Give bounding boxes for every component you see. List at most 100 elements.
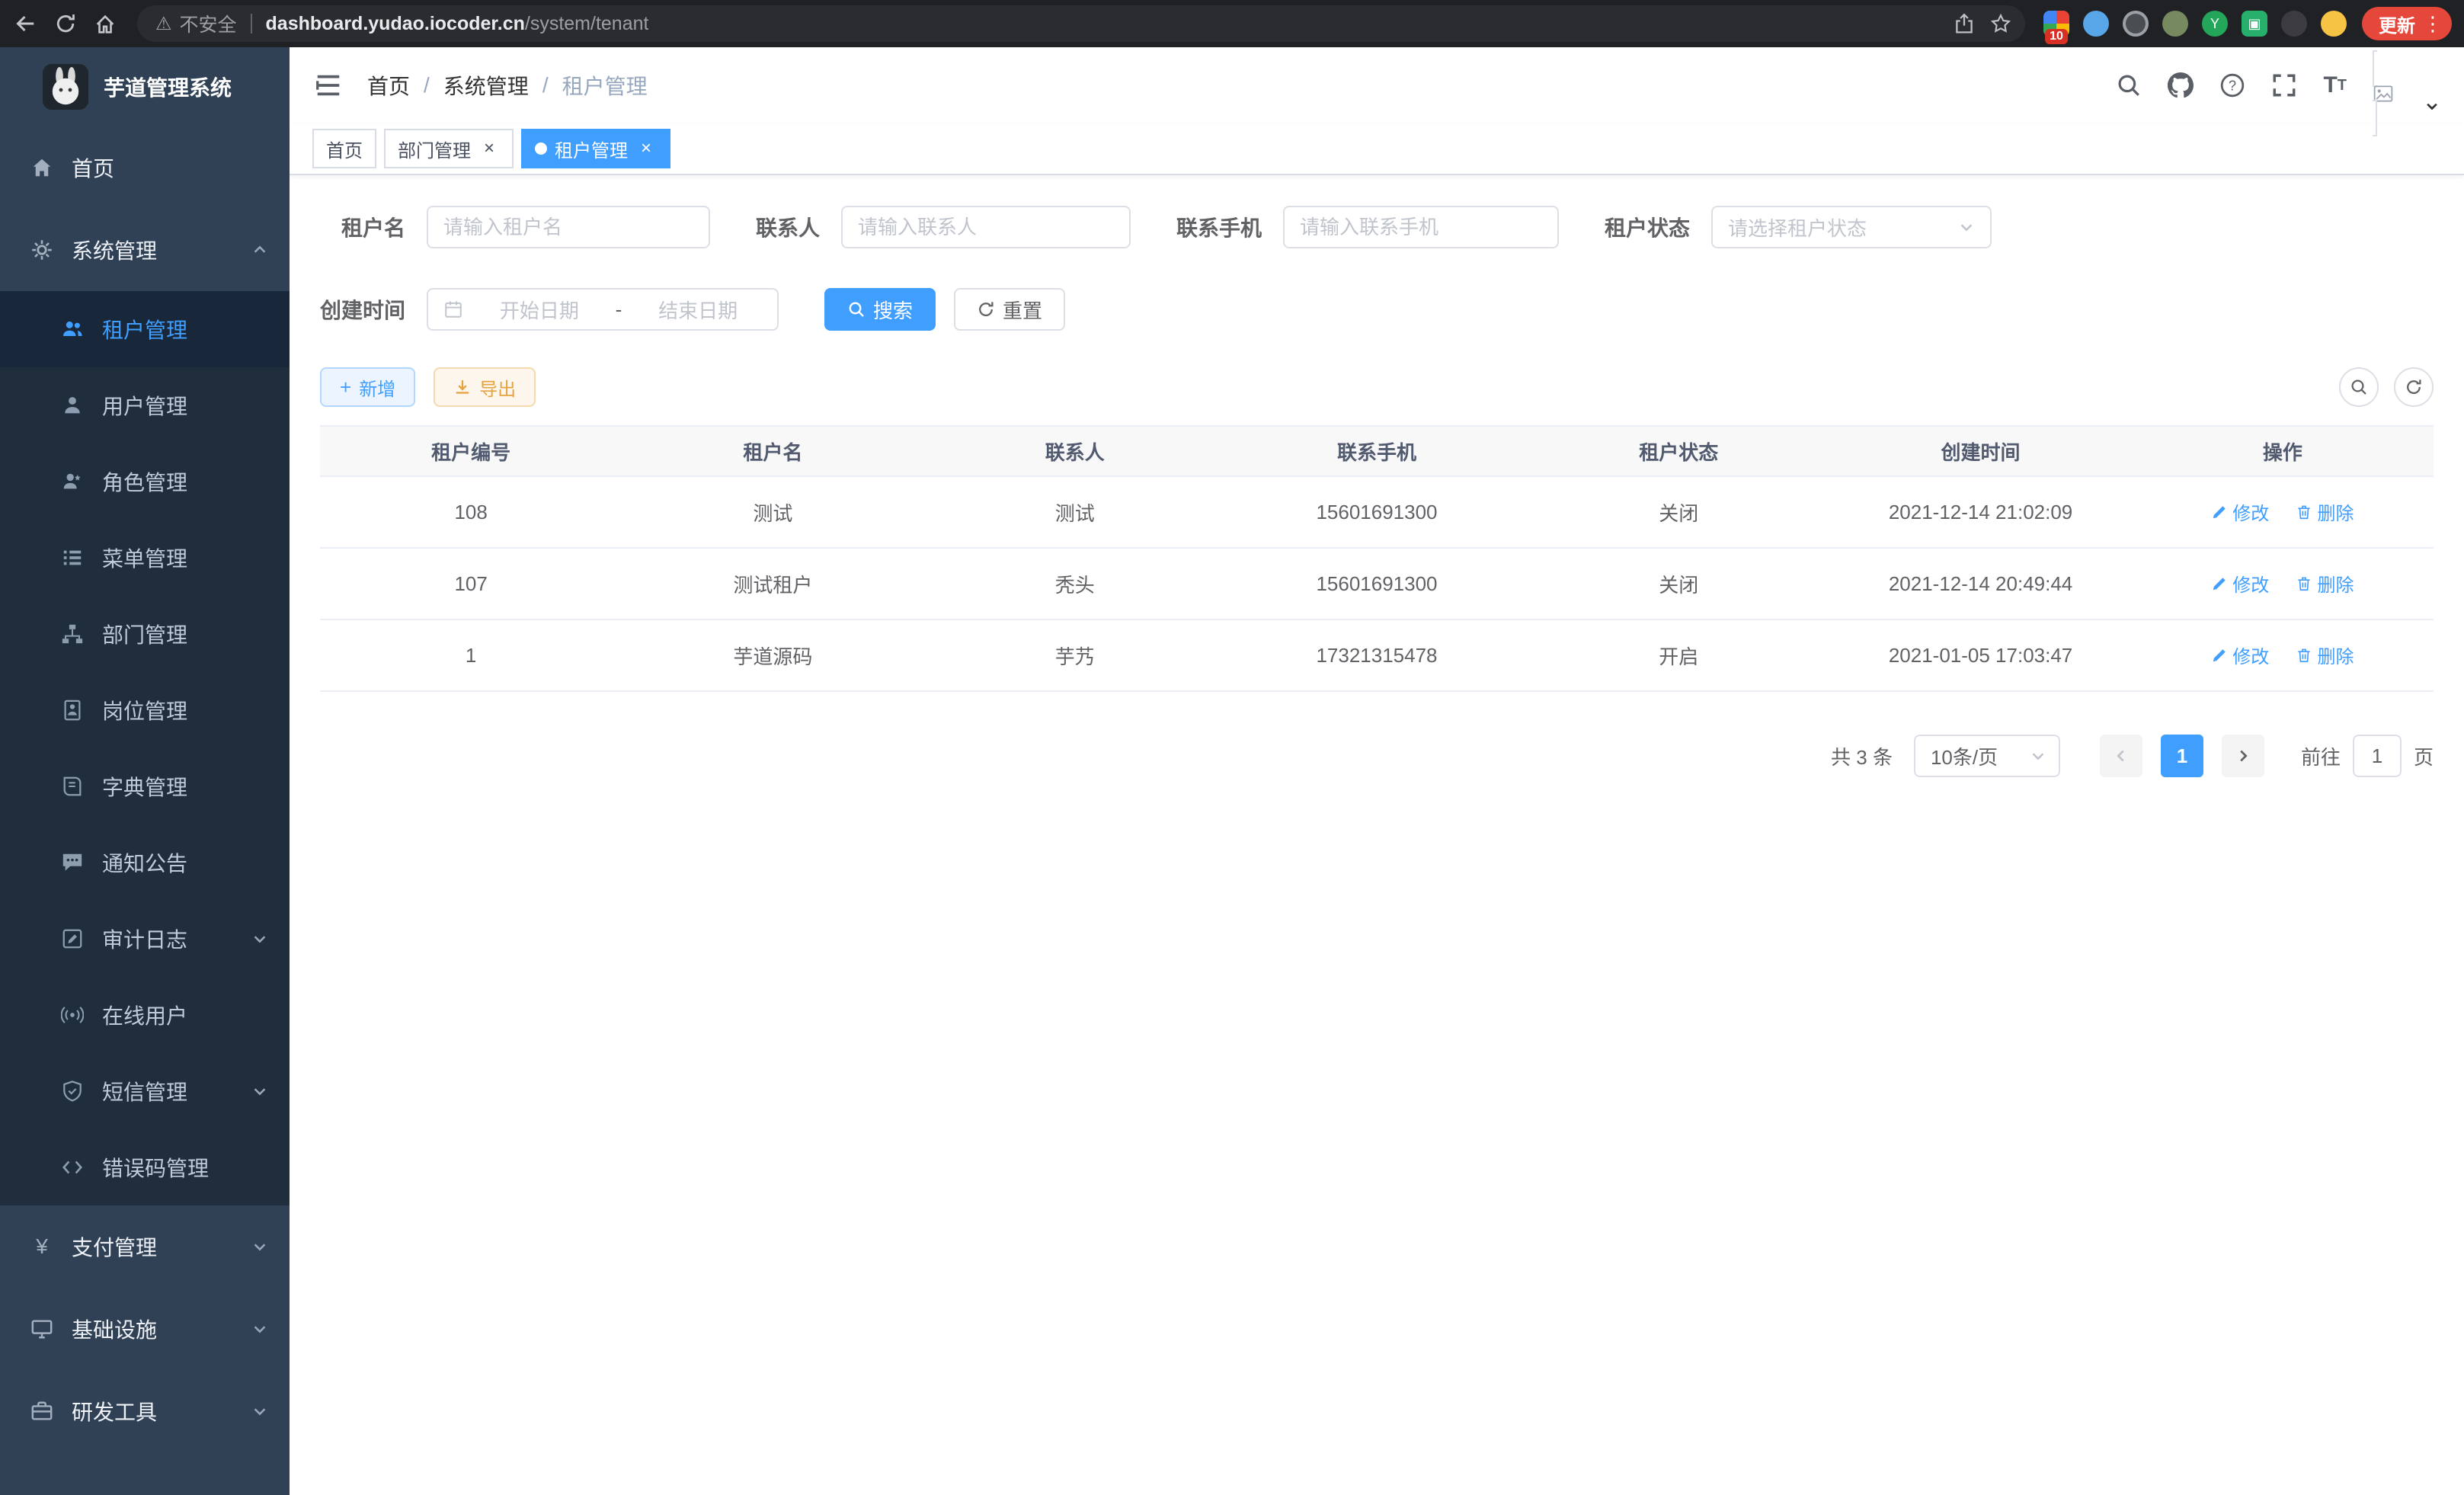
- caret-down-icon: [2424, 99, 2440, 114]
- edit-link[interactable]: 修改: [2211, 642, 2269, 668]
- sidebar-item-post[interactable]: 岗位管理: [0, 672, 290, 748]
- sidebar-item-system[interactable]: 系统管理: [0, 209, 290, 291]
- bookmark-star-icon[interactable]: [1982, 5, 2019, 42]
- reset-button[interactable]: 重置: [954, 288, 1065, 331]
- address-bar[interactable]: ⚠ 不安全 dashboard.yudao.iocoder.cn/system/…: [137, 5, 2025, 42]
- toggle-search-icon[interactable]: [2339, 367, 2379, 407]
- header-search-icon[interactable]: [2116, 72, 2142, 98]
- share-icon[interactable]: [1946, 5, 1982, 42]
- delete-link[interactable]: 删除: [2296, 642, 2354, 668]
- reload-icon[interactable]: [46, 4, 85, 43]
- sidebar-logo[interactable]: 芋道管理系统: [0, 47, 290, 126]
- column-header: 租户名: [622, 426, 923, 476]
- home-icon: [30, 156, 53, 179]
- page-size-select[interactable]: 10条/页: [1914, 735, 2060, 777]
- tab-home[interactable]: 首页: [312, 129, 376, 168]
- column-header: 联系手机: [1226, 426, 1528, 476]
- sidebar-item-label: 研发工具: [72, 1396, 157, 1426]
- sidebar-item-label: 支付管理: [72, 1231, 157, 1262]
- help-icon[interactable]: ?: [2219, 72, 2245, 98]
- chevron-down-icon: [251, 1238, 268, 1255]
- close-icon[interactable]: ×: [478, 138, 500, 159]
- table-header-row: 租户编号 租户名 联系人 联系手机 租户状态 创建时间 操作: [320, 426, 2434, 476]
- extension-icon-3[interactable]: [2123, 11, 2149, 37]
- table-toolbar: + 新增 导出: [320, 367, 2434, 407]
- chevron-down-icon: [251, 1083, 268, 1100]
- sidebar-item-tenant[interactable]: 租户管理: [0, 291, 290, 367]
- sidebar-item-user[interactable]: 用户管理: [0, 367, 290, 443]
- status-select[interactable]: 请选择租户状态: [1711, 206, 1992, 248]
- cell-contact: 测试: [924, 476, 1226, 548]
- extension-icon-1[interactable]: 10: [2043, 11, 2069, 37]
- svg-text:?: ?: [2229, 78, 2236, 93]
- sidebar-submenu-system: 租户管理 用户管理 角色管理: [0, 291, 290, 1205]
- goto-page-input[interactable]: [2353, 735, 2402, 777]
- user-avatar[interactable]: [2373, 55, 2440, 116]
- export-button[interactable]: 导出: [434, 367, 536, 407]
- phone-input[interactable]: [1300, 216, 1542, 239]
- sidebar-item-dict[interactable]: 字典管理: [0, 748, 290, 824]
- tenant-name-input[interactable]: [443, 216, 693, 239]
- sidebar-item-menu[interactable]: 菜单管理: [0, 520, 290, 596]
- sidebar-item-notice[interactable]: 通知公告: [0, 824, 290, 901]
- font-size-icon[interactable]: TT: [2323, 72, 2347, 98]
- browser-chrome: ⚠ 不安全 dashboard.yudao.iocoder.cn/system/…: [0, 0, 2464, 47]
- github-icon[interactable]: [2168, 72, 2194, 98]
- sidebar-item-dept[interactable]: 部门管理: [0, 596, 290, 672]
- total-count: 共 3 条: [1831, 742, 1893, 770]
- extension-icon-6[interactable]: ▣: [2242, 11, 2267, 37]
- cell-actions: 修改 删除: [2132, 476, 2434, 548]
- date-start-placeholder: 开始日期: [475, 296, 603, 324]
- cell-tenant-name: 测试租户: [622, 548, 923, 619]
- add-button[interactable]: + 新增: [320, 367, 415, 407]
- logo-image: [43, 64, 88, 110]
- home-nav-icon[interactable]: [85, 4, 125, 43]
- delete-link[interactable]: 删除: [2296, 570, 2354, 597]
- sidebar-item-online-user[interactable]: 在线用户: [0, 977, 290, 1053]
- close-icon[interactable]: ×: [635, 138, 657, 159]
- tab-dept[interactable]: 部门管理 ×: [384, 129, 514, 168]
- search-button[interactable]: 搜索: [824, 288, 936, 331]
- sidebar-item-sms[interactable]: 短信管理: [0, 1053, 290, 1129]
- page-number-button[interactable]: 1: [2161, 735, 2203, 777]
- breadcrumb-home[interactable]: 首页: [367, 70, 410, 101]
- column-header: 联系人: [924, 426, 1226, 476]
- sidebar-item-role[interactable]: 角色管理: [0, 443, 290, 520]
- sidebar-item-payment[interactable]: ¥ 支付管理: [0, 1205, 290, 1288]
- browser-update-button[interactable]: 更新 ⋮: [2362, 7, 2452, 40]
- edit-link[interactable]: 修改: [2211, 570, 2269, 597]
- hamburger-icon[interactable]: [314, 71, 343, 100]
- sidebar-item-devtools[interactable]: 研发工具: [0, 1370, 290, 1452]
- date-range-picker[interactable]: 开始日期 - 结束日期: [427, 288, 779, 331]
- sidebar-item-infra[interactable]: 基础设施: [0, 1288, 290, 1370]
- app-frame: 芋道管理系统 首页 系统管理: [0, 47, 2464, 1495]
- contact-input[interactable]: [858, 216, 1114, 239]
- extension-icon-7[interactable]: [2281, 11, 2307, 37]
- sidebar-item-audit-log[interactable]: 审计日志: [0, 901, 290, 977]
- next-page-button[interactable]: [2222, 735, 2264, 777]
- sidebar-item-error-code[interactable]: 错误码管理: [0, 1129, 290, 1205]
- back-icon[interactable]: [6, 4, 46, 43]
- table-row: 107 测试租户 秃头 15601691300 关闭 2021-12-14 20…: [320, 548, 2434, 619]
- extension-icon-8[interactable]: [2321, 11, 2347, 37]
- online-user-icon: [61, 1004, 84, 1026]
- reset-button-label: 重置: [1003, 296, 1042, 324]
- sidebar-item-label: 租户管理: [102, 314, 187, 344]
- tab-tenant[interactable]: 租户管理 ×: [521, 129, 670, 168]
- delete-link[interactable]: 删除: [2296, 498, 2354, 525]
- prev-page-button[interactable]: [2100, 735, 2142, 777]
- sidebar-item-home[interactable]: 首页: [0, 126, 290, 209]
- extension-icon-2[interactable]: [2083, 11, 2109, 37]
- filter-form-row-1: 租户名 联系人 联系手机: [320, 206, 2434, 248]
- cell-phone: 15601691300: [1226, 476, 1528, 548]
- column-header: 创建时间: [1829, 426, 2131, 476]
- notice-icon: [61, 851, 84, 874]
- refresh-table-icon[interactable]: [2394, 367, 2434, 407]
- breadcrumb-system[interactable]: 系统管理: [443, 70, 529, 101]
- fullscreen-icon[interactable]: [2271, 72, 2297, 98]
- extension-icon-5[interactable]: Y: [2202, 11, 2228, 37]
- extension-icon-4[interactable]: [2162, 11, 2188, 37]
- sidebar-item-label: 在线用户: [102, 1000, 187, 1030]
- chevron-down-icon: [251, 930, 268, 947]
- edit-link[interactable]: 修改: [2211, 498, 2269, 525]
